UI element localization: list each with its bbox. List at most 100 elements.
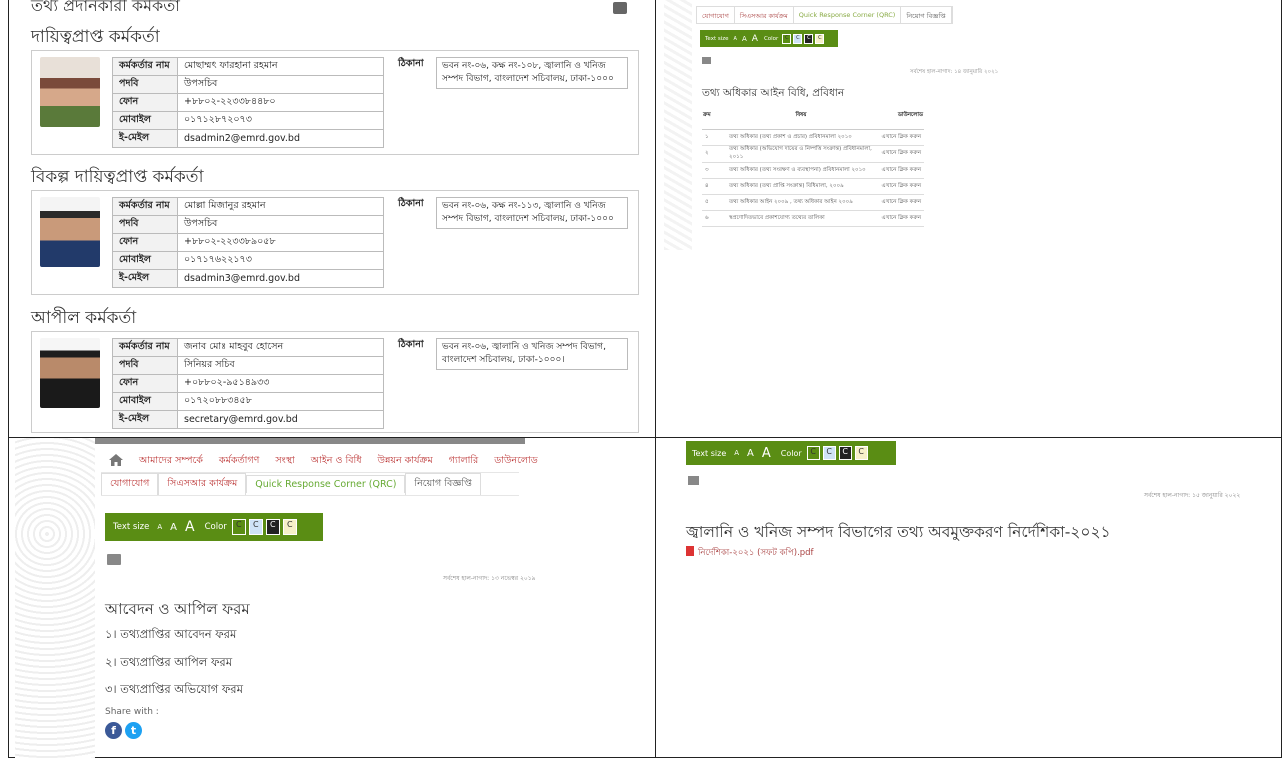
officers-panel: তথ্য প্রদানকারী কর্মকর্তা দায়িত্বপ্রাপ্…: [9, 0, 655, 437]
address-value: ভবন নং-০৬, কক্ষ নং-১০৮, জ্বালানি ও খনিজ …: [436, 57, 628, 89]
table-row: ২ তথ্য অধিকার (অভিযোগ দায়ের ও নিষ্পত্তি …: [702, 145, 924, 163]
print-icon[interactable]: [688, 476, 699, 485]
form-link-appeal[interactable]: ২। তথ্যপ্রাপ্তির আপিল ফরম: [105, 654, 232, 673]
side-decoration: [664, 0, 692, 250]
page-heading: তথ্য প্রদানকারী কর্মকর্তা: [31, 0, 180, 15]
nav-agencies[interactable]: সংস্থা: [267, 454, 302, 469]
nav-gallery[interactable]: গ্যালারি: [441, 454, 487, 469]
color-swatch-white[interactable]: C: [231, 519, 246, 535]
table-row: ৫ তথ্য অধিকার আইন ২০০৯ , তথ্য অধিকার আইন …: [702, 194, 924, 211]
color-swatch-cream[interactable]: C: [815, 33, 825, 44]
text-size-medium[interactable]: A: [742, 35, 747, 43]
nav-download[interactable]: ডাউনলোড: [486, 454, 545, 469]
text-size-bar: Text size A A A Color C C C C: [686, 441, 896, 465]
pdf-download-link[interactable]: নির্দেশিকা-২০২১ (সফট কপি).pdf: [698, 546, 814, 560]
text-size-medium[interactable]: A: [170, 522, 177, 533]
table-row: ৬ স্বপ্রণোদিতভাবে প্রকাশযোগ্য তথ্যের তালি…: [702, 210, 924, 227]
download-link[interactable]: এখানে ক্লিক করুন: [876, 129, 924, 146]
nav-tabs-row: যোগাযোগ সিএসআর কার্যক্রম Quick Response …: [696, 6, 953, 24]
nav-officers[interactable]: কর্মকর্তাগণ: [211, 454, 267, 469]
text-size-bar: Text size A A A Color C C C C: [105, 513, 323, 541]
print-icon[interactable]: [107, 554, 121, 565]
officer-photo: [40, 197, 100, 267]
side-decoration: [15, 438, 95, 758]
rti-law-table: ক্রম বিষয় ডাউনলোড ১ তথ্য অধিকার (তথ্য প্…: [702, 103, 924, 227]
officer-card-responsible: কর্মকর্তার নাম মোছাম্মৎ ফারহানা রহমান পদব…: [31, 50, 639, 155]
rti-law-panel: যোগাযোগ সিএসআর কার্যক্রম Quick Response …: [656, 0, 1282, 437]
color-swatch-blue[interactable]: C: [822, 446, 836, 460]
download-link[interactable]: এখানে ক্লিক করুন: [876, 162, 924, 179]
tab-recruitment[interactable]: নিয়োগ বিজ্ঞপ্তি: [901, 7, 952, 23]
nav-law[interactable]: আইন ও বিধি: [303, 454, 370, 469]
column-header-download: ডাউনলোড: [876, 103, 924, 130]
color-label: Color: [780, 448, 802, 458]
section-title-responsible: দায়িত্বপ্রাপ্ত কর্মকর্তা: [31, 27, 160, 47]
facebook-icon[interactable]: f: [105, 722, 122, 739]
color-swatch-blue[interactable]: C: [248, 519, 263, 535]
download-link[interactable]: এখানে ক্লিক করুন: [876, 178, 924, 195]
color-label: Color: [204, 522, 227, 532]
form-link-complaint[interactable]: ৩। তথ্যপ্রাপ্তির অভিযোগ ফরম: [105, 681, 243, 700]
print-icon[interactable]: [613, 2, 627, 14]
officer-card-alternate: কর্মকর্তার নাম মোল্লা মিজানুর রহমান পদবি উ…: [31, 190, 639, 295]
tab-contact[interactable]: যোগাযোগ: [697, 7, 735, 23]
nav-csr[interactable]: সিএসআর কার্যক্রম: [158, 473, 247, 495]
pdf-icon: [686, 546, 694, 556]
last-updated: সর্বশেষ হাল-নাগাদ: ১৩ নভেম্বর ২০১৯: [443, 575, 536, 582]
color-swatch-blue[interactable]: C: [793, 33, 803, 44]
tab-qrc[interactable]: Quick Response Corner (QRC): [794, 7, 902, 23]
color-swatch-white[interactable]: C: [782, 33, 792, 44]
officer-card-appeal: কর্মকর্তার নাম জনাব মোঃ মাহবুব হোসেন পদবি…: [31, 331, 639, 433]
nav-recruitment[interactable]: নিয়োগ বিজ্ঞপ্তি: [405, 473, 481, 495]
address-label: ঠিকানা: [398, 339, 424, 350]
print-icon[interactable]: [702, 57, 711, 64]
disclosure-guideline-panel: Text size A A A Color C C C C সর্বশেষ হা…: [656, 438, 1282, 758]
text-size-small[interactable]: A: [734, 36, 737, 42]
officer-photo: [40, 338, 100, 408]
address-value: ভবন নং-০৬, জ্বালানি ও খনিজ সম্পদ বিভাগ, …: [436, 338, 628, 370]
section-title-appeal: আপীল কর্মকর্তা: [31, 308, 137, 328]
address-label: ঠিকানা: [398, 58, 424, 69]
column-header-serial: ক্রম: [702, 103, 726, 130]
section-title-alternate: বিকল্প দায়িত্বপ্রাপ্ত কর্মকর্তা: [31, 167, 204, 187]
color-swatch-white[interactable]: C: [806, 446, 820, 460]
table-row: ৪ তথ্য অধিকার (তথ্য প্রাপ্তি সংক্রান্ত) ব…: [702, 178, 924, 195]
color-swatch-cream[interactable]: C: [282, 519, 297, 535]
color-swatch-black[interactable]: C: [265, 519, 280, 535]
text-size-bar: Text size A A A Color C C C C: [700, 30, 838, 47]
nav-development[interactable]: উন্নয়ন কার্যক্রম: [370, 454, 441, 469]
share-label: Share with :: [105, 707, 159, 717]
color-swatch-black[interactable]: C: [804, 33, 814, 44]
application-forms-panel: আমাদের সম্পর্কে কর্মকর্তাগণ সংস্থা আইন ও…: [9, 438, 655, 758]
tab-csr[interactable]: সিএসআর কার্যক্রম: [735, 7, 794, 23]
home-icon[interactable]: [101, 453, 131, 469]
text-size-large[interactable]: A: [752, 34, 758, 44]
download-link[interactable]: এখানে ক্লিক করুন: [876, 145, 924, 163]
twitter-icon[interactable]: t: [125, 722, 142, 739]
download-link[interactable]: এখানে ক্লিক করুন: [876, 210, 924, 227]
address-value: ভবন নং-০৬, কক্ষ নং-১১৩, জ্বালানি ও খনিজ …: [436, 197, 628, 229]
nav-qrc[interactable]: Quick Response Corner (QRC): [246, 475, 406, 493]
text-size-medium[interactable]: A: [747, 448, 754, 459]
last-updated: সর্বশেষ হাল-নাগাদ: ১৫ জানুয়ারি ২০২২: [1144, 492, 1241, 499]
form-link-application[interactable]: ১। তথ্যপ্রাপ্তির আবেদন ফরম: [105, 626, 236, 645]
officer-info-table: কর্মকর্তার নাম জনাব মোঃ মাহবুব হোসেন পদবি…: [112, 338, 384, 429]
nav-about[interactable]: আমাদের সম্পর্কে: [131, 454, 211, 469]
download-link[interactable]: এখানে ক্লিক করুন: [876, 194, 924, 211]
text-size-large[interactable]: A: [762, 446, 771, 461]
text-size-label: Text size: [692, 448, 727, 458]
color-swatch-cream[interactable]: C: [854, 446, 868, 460]
header-banner: [95, 438, 525, 444]
text-size-label: Text size: [113, 522, 150, 532]
main-nav: আমাদের সম্পর্কে কর্মকর্তাগণ সংস্থা আইন ও…: [101, 450, 538, 496]
address-label: ঠিকানা: [398, 198, 424, 209]
color-swatch-black[interactable]: C: [838, 446, 852, 460]
text-size-label: Text size: [705, 35, 729, 42]
column-header-subject: বিষয়: [726, 103, 876, 130]
text-size-small[interactable]: A: [734, 449, 739, 457]
text-size-large[interactable]: A: [185, 519, 195, 535]
nav-contact[interactable]: যোগাযোগ: [101, 473, 159, 495]
page-title: আবেদন ও আপিল ফরম: [105, 600, 250, 618]
text-size-small[interactable]: A: [157, 523, 162, 531]
officer-info-table: কর্মকর্তার নাম মোছাম্মৎ ফারহানা রহমান পদব…: [112, 57, 384, 148]
